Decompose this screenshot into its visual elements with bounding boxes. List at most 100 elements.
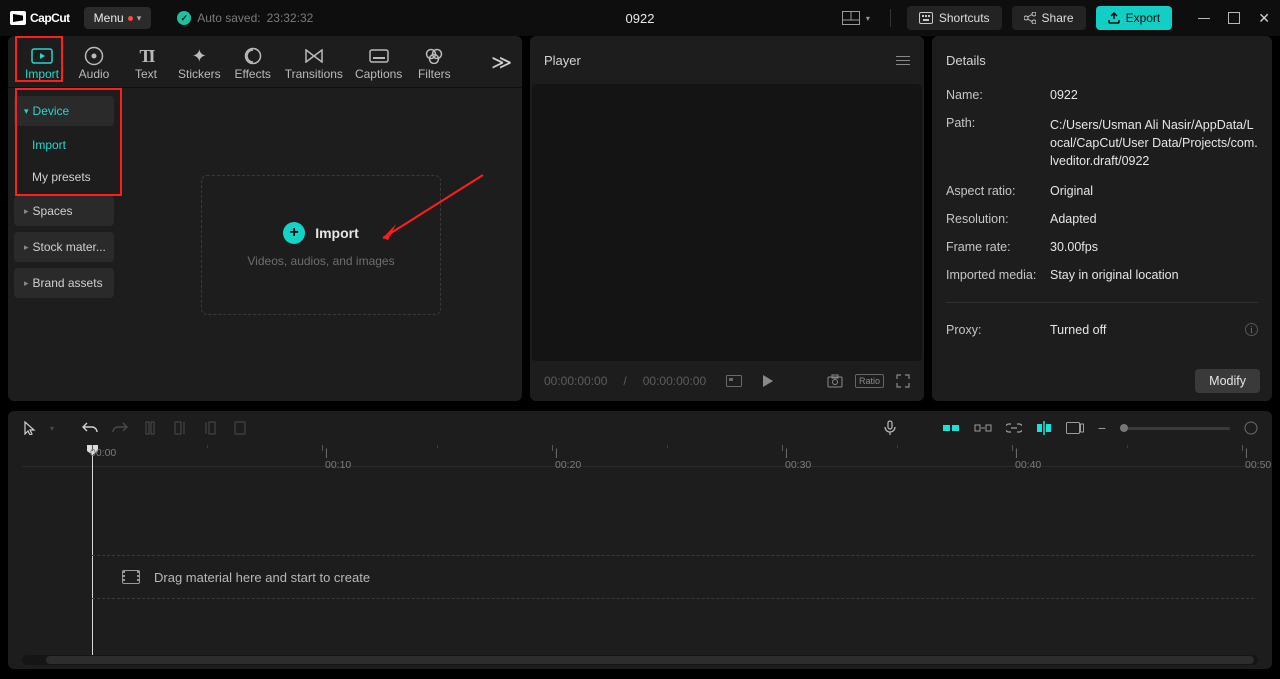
sidebar-item-device[interactable]: ▾ Device [14,96,114,126]
details-title: Details [946,53,986,68]
player-stage[interactable] [532,84,922,361]
tool-dropdown-icon[interactable]: ▾ [44,424,60,433]
sidebar-item-stock[interactable]: ▸ Stock mater... [14,232,114,262]
tab-audio-label: Audio [79,67,110,81]
cover-icon[interactable] [1066,422,1084,434]
zoom-in-icon[interactable] [1244,421,1258,435]
timeline-panel: ▾ − 00:00| 00:10| 00:20| 00:30| 00:40| 0… [8,411,1272,669]
preview-axis-icon[interactable] [1036,421,1052,435]
delete-right-icon[interactable] [202,421,218,435]
timeline-toolbar: ▾ − [8,411,1272,445]
tab-import[interactable]: Import [16,43,68,87]
detail-fps-label: Frame rate: [946,240,1050,254]
tab-audio[interactable]: Audio [68,43,120,87]
autosave-time: 23:32:32 [267,11,314,25]
check-circle-icon: ✓ [177,11,191,25]
import-icon [31,47,53,65]
window-maximize-icon[interactable] [1228,12,1240,24]
detail-proxy: Proxy: Turned off i [946,323,1258,337]
sidebar-item-mypresets[interactable]: My presets [14,164,114,190]
film-strip-icon [122,570,140,584]
caret-right-icon: ▸ [24,206,29,217]
aspect-ratio-button[interactable]: Ratio [855,374,884,388]
detail-path: Path: C:/Users/Usman Ali Nasir/AppData/L… [946,116,1258,170]
main-track-magnet-icon[interactable] [942,422,960,434]
linkage-icon[interactable] [1006,423,1022,433]
auto-snap-icon[interactable] [974,422,992,434]
detail-name-value: 0922 [1050,88,1258,102]
split-icon[interactable] [142,421,158,435]
shortcuts-label: Shortcuts [939,11,990,25]
timeline-drop-hint[interactable]: Drag material here and start to create [92,555,1254,599]
menu-button[interactable]: Menu ▾ [84,7,152,29]
timeline-zoom-slider[interactable] [1120,427,1230,430]
modify-button[interactable]: Modify [1195,369,1260,393]
autosave-prefix: Auto saved: [197,11,260,25]
tab-transitions[interactable]: Transitions [279,43,349,87]
sidebar-brand-label: Brand assets [33,276,103,290]
info-icon[interactable]: i [1245,323,1258,336]
sidebar-device-label: Device [33,104,70,118]
snapshot-icon[interactable] [827,374,843,388]
plus-circle-icon: + [283,222,305,244]
import-drop-subtitle: Videos, audios, and images [247,254,394,268]
tab-text-label: Text [135,67,157,81]
fullscreen-icon[interactable] [896,374,910,388]
export-button[interactable]: Export [1096,6,1173,30]
panel-menu-icon[interactable] [896,56,910,65]
redo-icon[interactable] [112,421,128,435]
separator [946,302,1258,303]
sidebar-item-spaces[interactable]: ▸ Spaces [14,196,114,226]
detail-fps-value: 30.00fps [1050,240,1258,254]
record-voiceover-icon[interactable] [884,420,896,436]
tab-text[interactable]: TI Text [120,43,172,87]
capcut-logo-icon [10,11,26,25]
play-icon[interactable] [762,374,774,388]
timeline-hint-text: Drag material here and start to create [154,570,370,585]
import-drop-title: Import [315,225,359,241]
detail-aspect: Aspect ratio: Original [946,184,1258,198]
preview-quality-icon[interactable] [726,375,742,387]
effects-icon [242,47,264,65]
autosave-status: ✓ Auto saved: 23:32:32 [177,11,313,25]
detail-imported-media: Imported media: Stay in original locatio… [946,268,1258,282]
shortcuts-button[interactable]: Shortcuts [907,6,1002,30]
tab-effects[interactable]: Effects [227,43,279,87]
timeline-horizontal-scrollbar[interactable] [22,655,1258,665]
text-icon: TI [135,47,157,65]
share-button[interactable]: Share [1012,6,1086,30]
stickers-icon: ✦ [188,47,210,65]
tabs-overflow-icon[interactable]: ≫ [491,50,512,75]
delete-icon[interactable] [232,421,248,435]
sidebar-item-import[interactable]: Import [14,132,114,158]
project-title[interactable]: 0922 [626,11,655,26]
media-sidebar: ▾ Device Import My presets ▸ Spaces ▸ St… [8,88,120,401]
window-minimize-icon[interactable] [1198,12,1210,24]
separator [890,9,891,27]
scrollbar-thumb[interactable] [46,656,1254,664]
delete-left-icon[interactable] [172,421,188,435]
caret-right-icon: ▸ [24,242,29,253]
tab-import-label: Import [25,67,59,81]
menu-label: Menu [94,11,124,25]
export-icon [1108,12,1120,24]
tab-stickers[interactable]: ✦ Stickers [172,43,227,87]
window-close-icon[interactable]: ✕ [1258,10,1270,27]
tab-effects-label: Effects [234,67,270,81]
detail-impmedia-label: Imported media: [946,268,1050,282]
timeline-ruler[interactable]: 00:00| 00:10| 00:20| 00:30| 00:40| 00:50 [22,445,1258,467]
tab-filters[interactable]: Filters [408,43,460,87]
undo-icon[interactable] [82,421,98,435]
player-controls: 00:00:00:00 / 00:00:00:00 Ratio [530,361,924,401]
tab-captions[interactable]: Captions [349,43,408,87]
sidebar-item-brand[interactable]: ▸ Brand assets [14,268,114,298]
layout-icon[interactable]: ▾ [838,9,874,27]
zoom-out-icon[interactable]: − [1098,420,1106,436]
tab-transitions-label: Transitions [285,67,343,81]
import-dropzone[interactable]: + Import Videos, audios, and images [201,175,441,315]
titlebar: CapCut Menu ▾ ✓ Auto saved: 23:32:32 092… [0,0,1280,36]
detail-proxy-label: Proxy: [946,323,1050,337]
timeline-tracks[interactable]: Drag material here and start to create [22,467,1258,655]
selection-tool-icon[interactable] [22,421,38,435]
total-time: 00:00:00:00 [643,374,706,388]
